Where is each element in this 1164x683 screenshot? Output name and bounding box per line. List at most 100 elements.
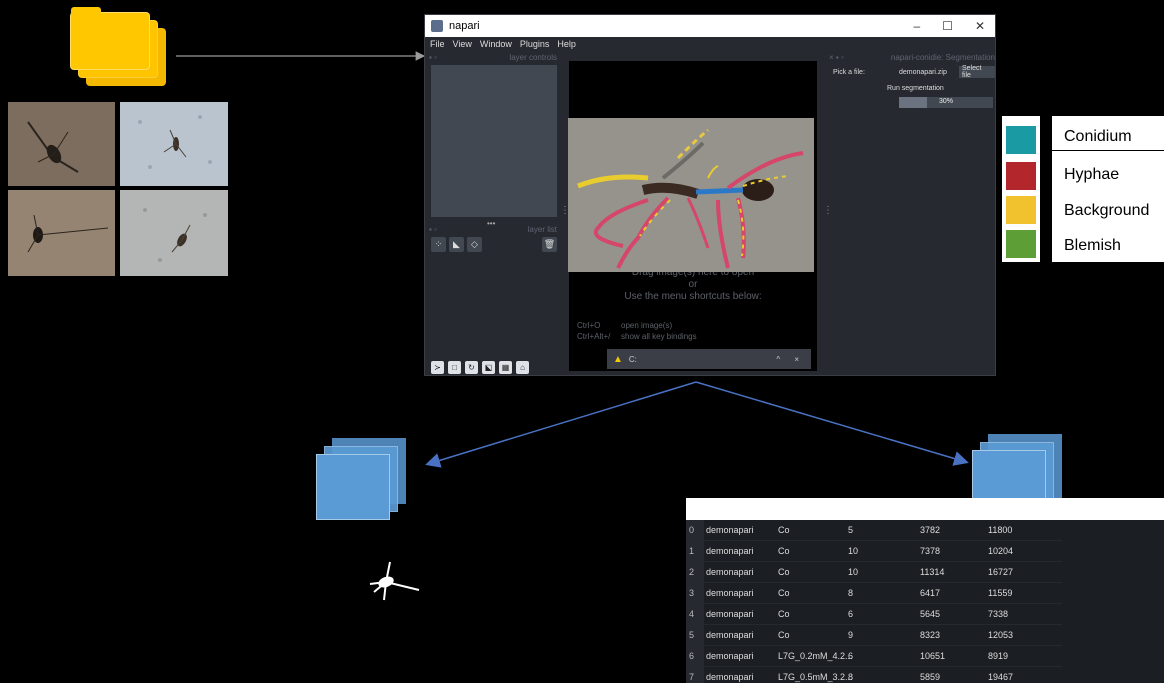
cell-class: L7G_0.2mM_4.2... <box>778 651 853 661</box>
cell-count: 8 <box>848 672 854 682</box>
canvas-hint-line2: or <box>688 279 698 290</box>
table-row[interactable]: 0 demonapari Co 5 3782 11800 <box>686 520 1062 541</box>
cell-value-a: 6417 <box>920 588 941 598</box>
table-row[interactable]: 6 demonapari L7G_0.2mM_4.2... 6 10651 8919 <box>686 646 1062 667</box>
cell-class: Co <box>778 567 790 577</box>
row-index: 3 <box>686 583 704 604</box>
napari-to-table-arrow <box>695 381 969 466</box>
plugin-header: × ▪ ▫ napari-conidie: Segmentation <box>829 53 995 62</box>
progress-text: 30% <box>938 98 953 105</box>
cell-count: 10 <box>848 546 859 556</box>
viewer-buttons: ≻ □ ↻ ⬕ ▦ ⌂ <box>431 361 529 374</box>
cell-file-name: demonapari <box>706 546 754 556</box>
window-title: napari <box>449 20 480 32</box>
cell-file-name: demonapari <box>706 672 754 682</box>
cell-file-name: demonapari <box>706 630 754 640</box>
row-index: 0 <box>686 520 704 541</box>
folder-icon <box>70 7 166 86</box>
ndisplay-icon[interactable]: □ <box>448 361 461 374</box>
grid-icon[interactable]: ▦ <box>499 361 512 374</box>
input-image-3 <box>8 190 115 276</box>
canvas-hint-line3: Use the menu shortcuts below: <box>624 291 762 302</box>
cell-count: 6 <box>848 609 854 619</box>
notification-text: C: <box>628 354 637 364</box>
home-icon[interactable]: ⌂ <box>516 361 529 374</box>
cell-value-b: 12053 <box>988 630 1014 640</box>
right-splitter-handle[interactable]: ⋮ <box>823 205 833 216</box>
cell-file-name: demonapari <box>706 651 754 661</box>
minimize-button[interactable]: – <box>913 19 920 33</box>
new-labels-layer-icon[interactable]: ◇ <box>467 237 482 252</box>
binary-mask-image <box>364 558 424 604</box>
row-index: 4 <box>686 604 704 625</box>
cell-value-b: 16727 <box>988 567 1014 577</box>
cell-file-name: demonapari <box>706 567 754 577</box>
new-shapes-layer-icon[interactable]: ◣ <box>449 237 464 252</box>
input-image-1 <box>8 102 115 186</box>
mask-files-icon <box>316 438 410 520</box>
dock-float-icon[interactable]: ▪ ▫ <box>429 53 437 62</box>
cell-value-a: 8323 <box>920 630 941 640</box>
table-row[interactable]: 7 demonapari L7G_0.5mM_3.2... 8 5859 19467 <box>686 667 1062 683</box>
table-row[interactable]: 4 demonapari Co 6 5645 7338 <box>686 604 1062 625</box>
cell-count: 10 <box>848 567 859 577</box>
input-image-2 <box>120 102 228 186</box>
select-file-button[interactable]: Select file <box>959 65 995 79</box>
cell-class: Co <box>778 525 790 535</box>
menu-window[interactable]: Window <box>480 39 512 49</box>
menu-help[interactable]: Help <box>557 39 576 49</box>
row-index: 6 <box>686 646 704 667</box>
napari-app-icon <box>431 20 443 32</box>
dock-float-icon[interactable]: ▪ ▫ <box>429 225 437 234</box>
dock-controls-icon[interactable]: × ▪ ▫ <box>829 53 844 62</box>
cell-value-b: 19467 <box>988 672 1014 682</box>
pick-file-label: Pick a file: <box>833 69 865 76</box>
legend-divider <box>1052 150 1164 151</box>
table-row[interactable]: 3 demonapari Co 8 6417 11559 <box>686 583 1062 604</box>
legend-swatches <box>1002 116 1040 262</box>
row-index: 2 <box>686 562 704 583</box>
roll-dims-icon[interactable]: ↻ <box>465 361 478 374</box>
warning-icon: ▲ <box>613 353 623 365</box>
table-row[interactable]: 5 demonapari Co 9 8323 12053 <box>686 625 1062 646</box>
cell-class: Co <box>778 630 790 640</box>
legend-label-blemish: Blemish <box>1064 237 1121 254</box>
table-row[interactable]: 2 demonapari Co 10 11314 16727 <box>686 562 1062 583</box>
notification-controls[interactable]: ^ × <box>776 355 805 364</box>
legend-label-background: Background <box>1064 202 1150 219</box>
cell-class: Co <box>778 588 790 598</box>
new-points-layer-icon[interactable]: ⁘ <box>431 237 446 252</box>
cell-class: Co <box>778 609 790 619</box>
legend-labels: Conidium Hyphae Background Blemish <box>1052 116 1164 262</box>
cell-count: 9 <box>848 630 854 640</box>
swatch-blemish <box>1006 230 1036 258</box>
notification-toast: ▲ C: ^ × <box>607 349 811 369</box>
title-bar: napari – ☐ ✕ <box>425 15 995 37</box>
swatch-background <box>1006 196 1036 224</box>
cell-value-a: 5645 <box>920 609 941 619</box>
legend-label-hyphae: Hyphae <box>1064 166 1120 183</box>
swatch-conidium <box>1006 126 1036 154</box>
delete-layer-icon[interactable]: 🗑 <box>542 237 557 252</box>
cell-count: 5 <box>848 525 854 535</box>
input-image-4 <box>120 190 228 276</box>
cell-value-a: 5859 <box>920 672 941 682</box>
close-button[interactable]: ✕ <box>975 19 985 33</box>
cell-value-a: 3782 <box>920 525 941 535</box>
class-legend: Conidium Hyphae Background Blemish <box>1002 116 1164 262</box>
cell-count: 6 <box>848 651 854 661</box>
legend-label-conidium: Conidium <box>1064 128 1132 145</box>
cell-value-a: 11314 <box>920 567 945 577</box>
cell-file-name: demonapari <box>706 588 754 598</box>
menu-file[interactable]: File <box>430 39 445 49</box>
cell-count: 8 <box>848 588 854 598</box>
console-icon[interactable]: ≻ <box>431 361 444 374</box>
cell-value-b: 8919 <box>988 651 1009 661</box>
layer-list-header: ▪ ▫ layer list <box>429 225 557 234</box>
transpose-icon[interactable]: ⬕ <box>482 361 495 374</box>
maximize-button[interactable]: ☐ <box>942 19 953 33</box>
menu-plugins[interactable]: Plugins <box>520 39 550 49</box>
menu-view[interactable]: View <box>453 39 472 49</box>
table-row[interactable]: 1 demonapari Co 10 7378 10204 <box>686 541 1062 562</box>
cell-class: Co <box>778 546 790 556</box>
